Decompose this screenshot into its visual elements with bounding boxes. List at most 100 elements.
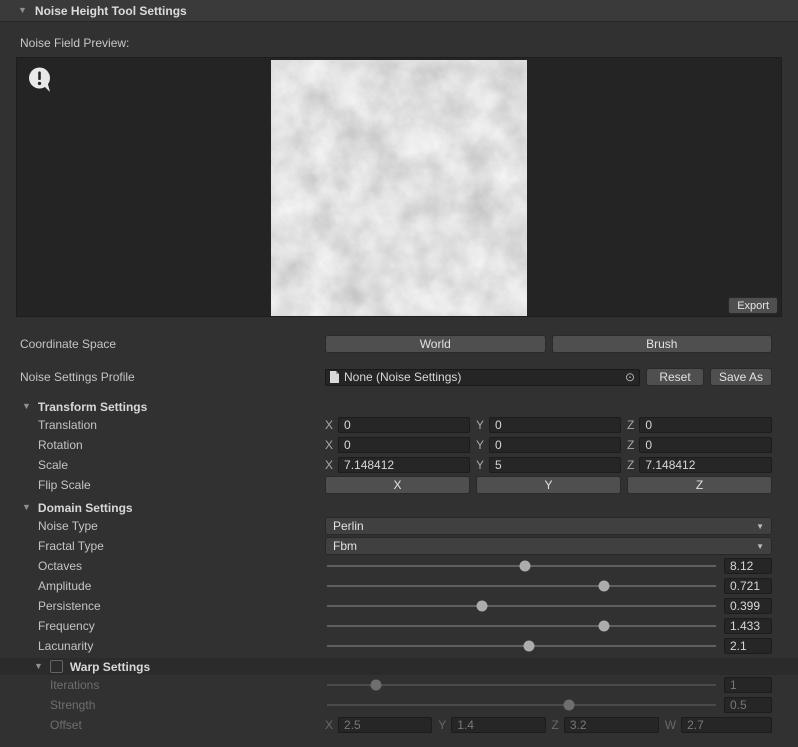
z-axis-label: Z (552, 718, 559, 732)
scale-row: Scale X7.148412 Y5 Z7.148412 (0, 455, 798, 475)
iterations-slider (325, 676, 718, 694)
persistence-label: Persistence (0, 599, 325, 613)
iterations-label: Iterations (0, 678, 325, 692)
noise-preview-panel: Export (16, 57, 782, 317)
noise-type-row: Noise Type Perlin ▼ (0, 516, 798, 536)
scale-label: Scale (0, 458, 325, 472)
flip-scale-x-button[interactable]: X (325, 476, 470, 494)
scale-y-field[interactable]: 5 (489, 457, 621, 473)
preview-label: Noise Field Preview: (20, 36, 798, 52)
chevron-down-icon: ▼ (756, 542, 764, 551)
translation-row: Translation X0 Y0 Z0 (0, 415, 798, 435)
amplitude-row: Amplitude 0.721 (0, 576, 798, 596)
fractal-type-dropdown[interactable]: Fbm ▼ (325, 537, 772, 555)
lacunarity-value-field[interactable]: 2.1 (724, 638, 772, 654)
frequency-row: Frequency 1.433 (0, 616, 798, 636)
lacunarity-row: Lacunarity 2.1 (0, 636, 798, 656)
slider-track (327, 704, 716, 706)
rotation-row: Rotation X0 Y0 Z0 (0, 435, 798, 455)
slider-thumb[interactable] (599, 581, 610, 592)
rotation-label: Rotation (0, 438, 325, 452)
domain-settings-header[interactable]: ▼ Domain Settings (0, 499, 798, 516)
coordinate-space-row: Coordinate Space World Brush (0, 334, 798, 354)
strength-slider (325, 696, 718, 714)
iterations-row: Iterations 1 (0, 675, 798, 695)
lacunarity-slider[interactable] (325, 637, 718, 655)
y-axis-label: Y (476, 458, 484, 472)
warp-settings-header[interactable]: ▼ Warp Settings (0, 658, 798, 675)
amplitude-slider[interactable] (325, 577, 718, 595)
rotation-y-field[interactable]: 0 (489, 437, 621, 453)
frequency-slider[interactable] (325, 617, 718, 635)
foldout-triangle-icon[interactable]: ▼ (22, 402, 31, 411)
offset-z-field: 3.2 (564, 717, 659, 733)
noise-type-label: Noise Type (0, 519, 325, 533)
foldout-triangle-icon[interactable]: ▼ (22, 503, 31, 512)
rotation-x-field[interactable]: 0 (338, 437, 470, 453)
fractal-type-row: Fractal Type Fbm ▼ (0, 536, 798, 556)
scale-z-field[interactable]: 7.148412 (639, 457, 772, 473)
strength-value-field: 0.5 (724, 697, 772, 713)
offset-x-field: 2.5 (338, 717, 432, 733)
asset-file-icon (330, 371, 339, 383)
noise-settings-object-field[interactable]: None (Noise Settings) ⊙ (325, 369, 640, 386)
foldout-triangle-icon[interactable]: ▼ (34, 662, 43, 671)
offset-w-field: 2.7 (681, 717, 772, 733)
domain-settings-title: Domain Settings (38, 501, 133, 515)
strength-row: Strength 0.5 (0, 695, 798, 715)
w-axis-label: W (665, 718, 676, 732)
z-axis-label: Z (627, 438, 634, 452)
transform-settings-title: Transform Settings (38, 400, 147, 414)
slider-thumb[interactable] (599, 621, 610, 632)
export-button[interactable]: Export (728, 297, 778, 314)
strength-label: Strength (0, 698, 325, 712)
slider-thumb (371, 680, 382, 691)
translation-x-field[interactable]: 0 (338, 417, 470, 433)
x-axis-label: X (325, 438, 333, 452)
object-picker-icon[interactable]: ⊙ (621, 371, 635, 383)
fractal-type-value: Fbm (333, 539, 357, 553)
y-axis-label: Y (476, 438, 484, 452)
world-button[interactable]: World (325, 335, 546, 353)
octaves-slider[interactable] (325, 557, 718, 575)
slider-thumb[interactable] (520, 561, 531, 572)
amplitude-value-field[interactable]: 0.721 (724, 578, 772, 594)
noise-settings-profile-row: Noise Settings Profile None (Noise Setti… (0, 367, 798, 387)
persistence-slider[interactable] (325, 597, 718, 615)
slider-thumb[interactable] (477, 601, 488, 612)
octaves-value-field[interactable]: 8.12 (724, 558, 772, 574)
slider-thumb[interactable] (524, 641, 535, 652)
flip-scale-z-button[interactable]: Z (627, 476, 772, 494)
reset-button[interactable]: Reset (646, 368, 704, 386)
y-axis-label: Y (476, 418, 484, 432)
brush-button[interactable]: Brush (552, 335, 773, 353)
scale-x-field[interactable]: 7.148412 (338, 457, 470, 473)
save-as-button[interactable]: Save As (710, 368, 772, 386)
slider-track (327, 605, 716, 607)
noise-type-value: Perlin (333, 519, 364, 533)
flip-scale-row: Flip Scale X Y Z (0, 475, 798, 495)
persistence-row: Persistence 0.399 (0, 596, 798, 616)
frequency-value-field[interactable]: 1.433 (724, 618, 772, 634)
translation-y-field[interactable]: 0 (489, 417, 621, 433)
slider-track (327, 625, 716, 627)
offset-y-field: 1.4 (451, 717, 545, 733)
octaves-row: Octaves 8.12 (0, 556, 798, 576)
x-axis-label: X (325, 458, 333, 472)
persistence-value-field[interactable]: 0.399 (724, 598, 772, 614)
flip-scale-label: Flip Scale (0, 478, 325, 492)
rotation-z-field[interactable]: 0 (639, 437, 772, 453)
offset-label: Offset (0, 718, 325, 732)
translation-z-field[interactable]: 0 (639, 417, 772, 433)
amplitude-label: Amplitude (0, 579, 325, 593)
transform-settings-header[interactable]: ▼ Transform Settings (0, 398, 798, 415)
foldout-triangle-icon[interactable]: ▼ (18, 6, 27, 15)
noise-preview-image (271, 60, 527, 316)
iterations-value-field: 1 (724, 677, 772, 693)
slider-track (327, 585, 716, 587)
flip-scale-y-button[interactable]: Y (476, 476, 621, 494)
panel-header[interactable]: ▼ Noise Height Tool Settings (0, 0, 798, 22)
chevron-down-icon: ▼ (756, 522, 764, 531)
noise-type-dropdown[interactable]: Perlin ▼ (325, 517, 772, 535)
warp-settings-checkbox[interactable] (50, 660, 63, 673)
